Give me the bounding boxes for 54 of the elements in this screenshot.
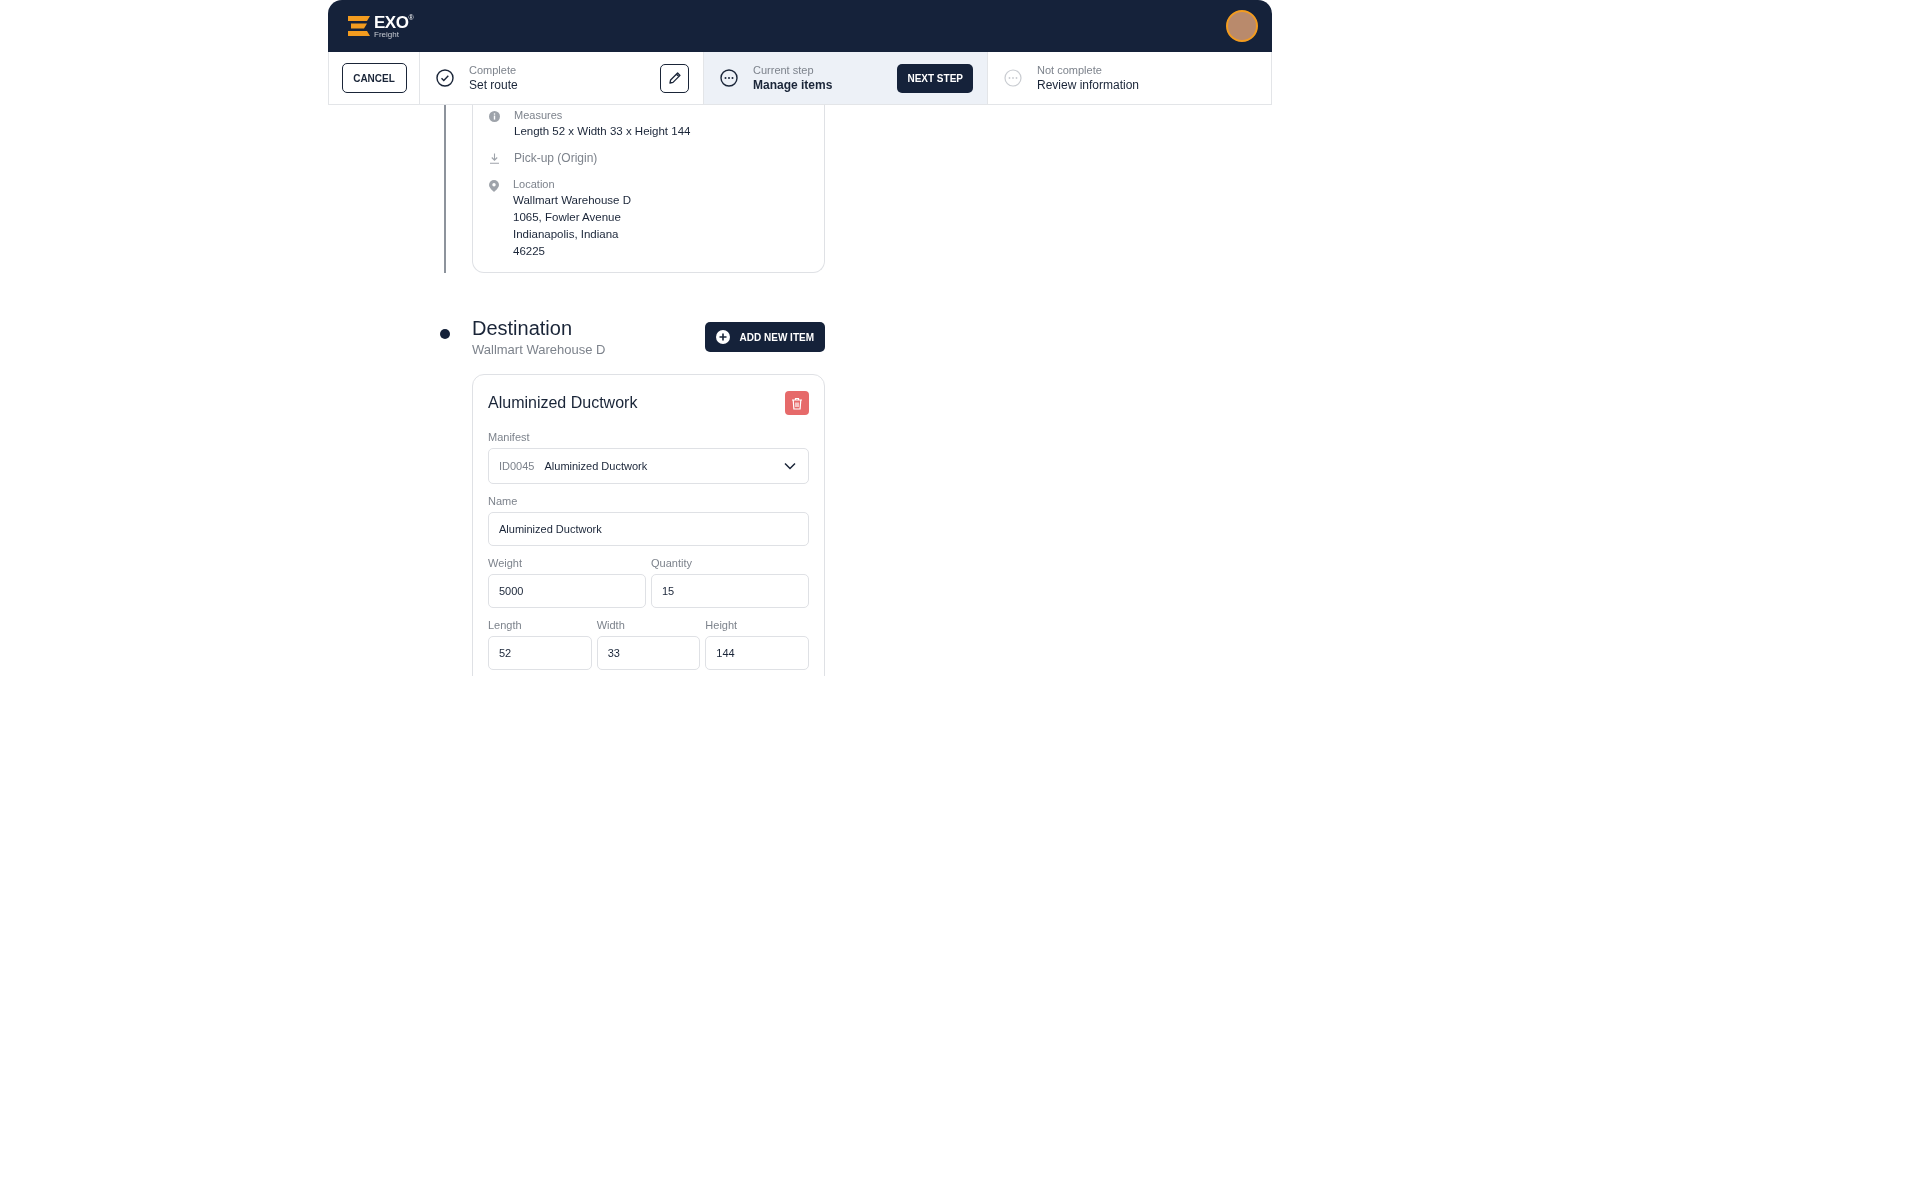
detail-text: Indianapolis, Indiana bbox=[513, 227, 620, 241]
step-tab[interactable]: Complete Set route bbox=[420, 52, 704, 104]
timeline-dot bbox=[439, 329, 450, 339]
detail-text: 46225 bbox=[513, 244, 546, 258]
field-label: Width bbox=[596, 619, 626, 631]
input-field[interactable]: 15 bbox=[651, 574, 809, 608]
dots-circle-icon bbox=[720, 69, 738, 87]
step-title: Set route bbox=[469, 78, 519, 92]
detail-label: Pick-up (Origin) bbox=[514, 151, 598, 165]
cancel-button[interactable]: CANCEL bbox=[341, 63, 407, 93]
dots-circle-icon bbox=[1004, 69, 1022, 87]
section-subtitle: Wallmart Warehouse D bbox=[472, 342, 606, 357]
field-label: Weight bbox=[488, 557, 524, 569]
step-title: Manage items bbox=[753, 78, 834, 92]
input-field[interactable]: 52 bbox=[488, 636, 592, 670]
input-field[interactable]: 5000 bbox=[488, 574, 646, 608]
section-title: Destination bbox=[472, 317, 574, 340]
pencil-icon bbox=[666, 70, 683, 86]
input-field[interactable]: 33 bbox=[596, 636, 701, 670]
chevron-down-icon bbox=[784, 462, 796, 470]
next-step-button[interactable]: NEXT STEP bbox=[897, 63, 973, 93]
detail-label: Measures bbox=[514, 109, 564, 121]
download-icon bbox=[489, 153, 500, 164]
edit-button[interactable] bbox=[660, 63, 689, 93]
check-circle-icon bbox=[436, 69, 454, 87]
detail-text: Length 52 x Width 33 x Height 144 bbox=[514, 124, 691, 138]
field-label: Length bbox=[488, 619, 523, 631]
info-icon bbox=[489, 111, 500, 122]
detail-text: 1065, Fowler Avenue bbox=[513, 210, 622, 224]
manifest-dropdown[interactable]: ID0045 Aluminized Ductwork bbox=[488, 448, 809, 484]
step-tab[interactable]: Not complete Review information bbox=[988, 52, 1271, 104]
stripes-logo-icon bbox=[348, 16, 370, 36]
field-label: Manifest bbox=[488, 431, 531, 443]
user-avatar[interactable] bbox=[1226, 10, 1258, 42]
logo-subtitle: Freight bbox=[374, 30, 400, 39]
detail-label: Location bbox=[513, 178, 556, 190]
logo-wordmark: EXO bbox=[374, 13, 409, 31]
step-status: Complete bbox=[469, 64, 518, 76]
trash-icon bbox=[791, 396, 803, 410]
detail-text: Wallmart Warehouse D bbox=[513, 193, 631, 207]
field-label: Quantity bbox=[651, 557, 693, 569]
step-status: Not complete bbox=[1037, 64, 1103, 76]
step-title: Review information bbox=[1037, 78, 1141, 92]
item-title: Aluminized Ductwork bbox=[488, 394, 638, 412]
plus-circle-icon bbox=[715, 330, 730, 344]
add-item-button[interactable]: ADD NEW ITEM bbox=[704, 322, 825, 352]
input-field[interactable]: 144 bbox=[705, 636, 809, 670]
input-field[interactable]: Aluminized Ductwork bbox=[488, 512, 809, 546]
step-status: Current step bbox=[753, 64, 815, 76]
field-label: Name bbox=[488, 495, 519, 507]
field-label: Height bbox=[705, 619, 739, 631]
map-pin-icon bbox=[489, 180, 499, 192]
step-tab[interactable]: Current step Manage items NEXT STEP bbox=[704, 52, 988, 104]
delete-button[interactable] bbox=[785, 391, 809, 415]
